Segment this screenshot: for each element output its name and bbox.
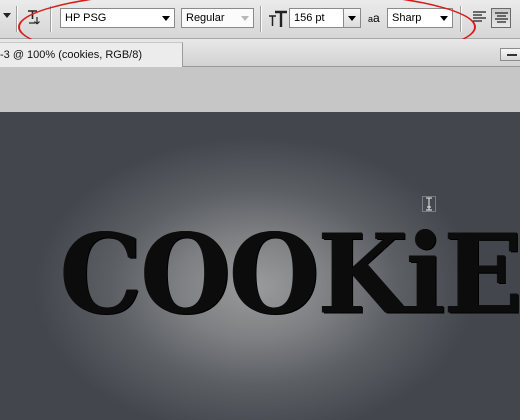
options-bar: HP PSG Regular 156 pt aa Sharp	[0, 0, 520, 66]
document-canvas[interactable]: COOKiES	[0, 112, 520, 420]
align-left-icon	[473, 11, 486, 22]
align-center-icon	[495, 12, 508, 23]
document-tab[interactable]: -3 @ 100% (cookies, RGB/8)	[0, 42, 183, 67]
text-ibeam-cursor-icon	[422, 196, 436, 212]
separator	[16, 6, 18, 32]
minimize-icon	[507, 54, 517, 56]
chevron-down-icon[interactable]	[158, 9, 174, 27]
font-size-icon	[269, 10, 287, 27]
antialias-icon: aa	[368, 11, 380, 25]
pasteboard	[0, 67, 520, 112]
font-style-value: Regular	[186, 12, 225, 24]
font-family-select[interactable]: HP PSG	[60, 8, 175, 28]
font-family-value: HP PSG	[65, 12, 107, 24]
minimize-panel-button[interactable]	[500, 48, 520, 61]
font-size-value: 156 pt	[294, 12, 325, 24]
antialias-select[interactable]: Sharp	[387, 8, 453, 28]
canvas-text-layer[interactable]: COOKiES	[60, 219, 520, 329]
align-center-button[interactable]	[491, 8, 511, 28]
document-tab-bar: -3 @ 100% (cookies, RGB/8)	[0, 39, 520, 67]
font-style-select[interactable]: Regular	[181, 8, 254, 28]
toggle-text-orientation-icon[interactable]	[26, 9, 44, 27]
chevron-down-icon[interactable]	[343, 9, 360, 27]
document-tab-title: -3 @ 100% (cookies, RGB/8)	[0, 49, 142, 61]
separator	[460, 6, 462, 32]
chevron-down-icon[interactable]	[436, 9, 452, 27]
antialias-value: Sharp	[392, 12, 422, 24]
separator	[260, 6, 262, 32]
chevron-down-icon[interactable]	[237, 9, 253, 27]
align-left-button[interactable]	[470, 8, 490, 28]
dropdown-arrow-icon[interactable]	[3, 13, 11, 18]
font-size-select[interactable]: 156 pt	[289, 8, 361, 28]
separator	[50, 6, 52, 32]
